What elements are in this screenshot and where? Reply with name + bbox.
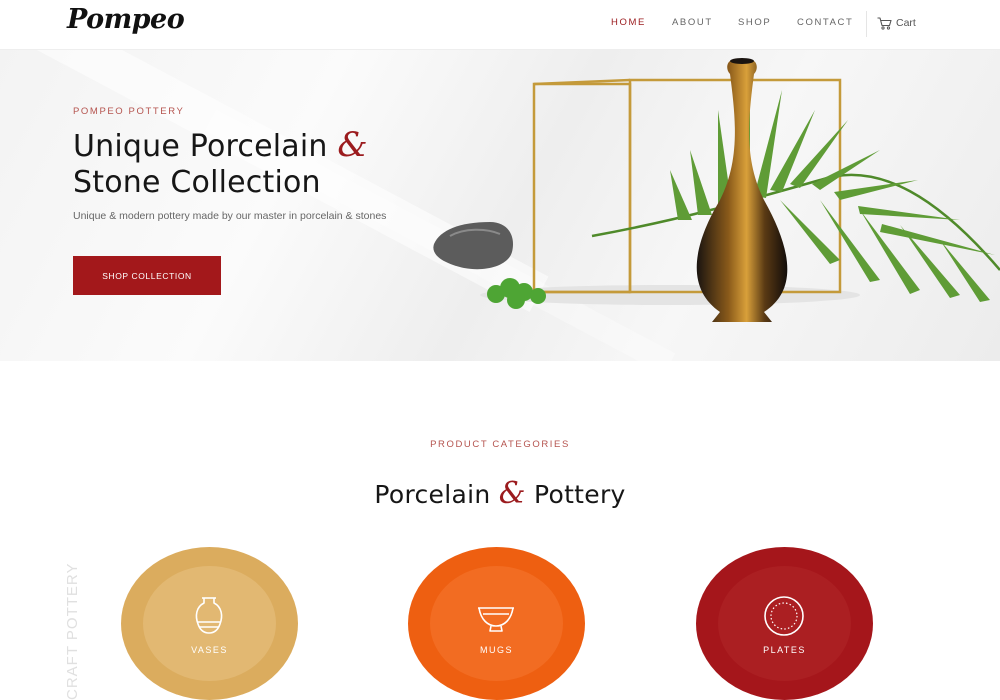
categories-title-left: Porcelain: [374, 480, 491, 509]
hero-title: Unique Porcelain & Stone Collection: [73, 127, 368, 201]
nav-divider: [866, 11, 867, 37]
hero-title-line2: Stone Collection: [73, 165, 321, 200]
vase-icon: [195, 597, 223, 634]
categories-title-ampersand: &: [498, 476, 526, 511]
hero-eyebrow: POMPEO POTTERY: [73, 106, 185, 117]
cart-icon: [877, 16, 892, 30]
categories-title: Porcelain & Pottery: [0, 476, 1000, 511]
category-label-plates: PLATES: [763, 645, 806, 655]
shop-collection-button[interactable]: SHOP COLLECTION: [73, 256, 221, 295]
nav-about[interactable]: ABOUT: [672, 17, 713, 28]
hero-title-ampersand: &: [337, 125, 368, 165]
categories-eyebrow: PRODUCT CATEGORIES: [430, 439, 570, 450]
category-vases[interactable]: VASES: [121, 547, 298, 700]
nav-contact[interactable]: CONTACT: [797, 17, 853, 28]
category-label-vases: VASES: [191, 645, 228, 655]
site-header: Pompeo HOME ABOUT SHOP CONTACT Cart: [0, 0, 1000, 50]
fern-leaf: [591, 80, 1000, 302]
moss: [487, 278, 546, 309]
categories-title-right: Pottery: [533, 480, 626, 509]
bowl-icon: [478, 607, 514, 632]
hero-section: POMPEO POTTERY Unique Porcelain & Stone …: [0, 50, 1000, 361]
side-vertical-text: CRAFT POTTERY: [64, 562, 81, 700]
cart-label: Cart: [896, 17, 916, 29]
category-label-mugs: MUGS: [480, 645, 513, 655]
site-logo[interactable]: Pompeo: [67, 4, 185, 35]
category-plates[interactable]: PLATES: [696, 547, 873, 700]
gold-frame: [532, 78, 842, 294]
category-mugs[interactable]: MUGS: [408, 547, 585, 700]
hero-subtitle: Unique & modern pottery made by our mast…: [73, 210, 387, 222]
nav-shop[interactable]: SHOP: [738, 17, 771, 28]
nav-home[interactable]: HOME: [611, 17, 646, 28]
hero-product-image: [433, 58, 1000, 322]
cart-link[interactable]: Cart: [877, 14, 916, 32]
plate-icon: [764, 596, 804, 636]
hero-title-line1: Unique Porcelain: [73, 129, 328, 164]
